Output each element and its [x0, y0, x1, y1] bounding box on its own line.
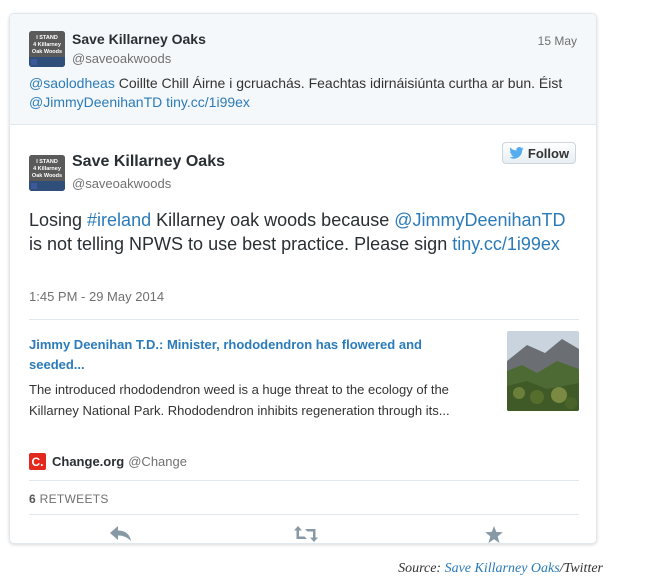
- tweet-text-part: Killarney oak woods because: [151, 210, 395, 230]
- tweet-text: Losing #ireland Killarney oak woods beca…: [29, 208, 574, 256]
- tweet-timestamp[interactable]: 1:45 PM - 29 May 2014: [29, 289, 164, 304]
- caption-suffix: /Twitter: [559, 561, 603, 576]
- retweet-stats[interactable]: 6 RETWEETS: [29, 492, 109, 506]
- divider: [29, 319, 579, 320]
- caption-prefix: Source:: [398, 561, 445, 576]
- favorite-icon: [485, 525, 503, 543]
- author-name[interactable]: Save Killarney Oaks: [72, 153, 225, 171]
- retweet-count: 6: [29, 492, 36, 506]
- embedded-tweet-card: I STAND 4 Killarney Oak Woods Save Killa…: [9, 13, 597, 544]
- divider: [29, 480, 579, 481]
- reply-tweet-text: @saolodheas Coillte Chill Áirne i gcruac…: [29, 74, 579, 112]
- mention-link[interactable]: @JimmyDeenihanTD: [29, 94, 162, 110]
- url-link[interactable]: tiny.cc/1i99ex: [166, 94, 250, 110]
- summary-card-title[interactable]: Jimmy Deenihan T.D.: Minister, rhododend…: [29, 335, 469, 375]
- avatar[interactable]: I STAND 4 Killarney Oak Woods: [29, 31, 65, 67]
- mention-link[interactable]: @JimmyDeenihanTD: [394, 210, 565, 230]
- summary-card-description: The introduced rhododendron weed is a hu…: [29, 382, 450, 418]
- author-handle[interactable]: @saveoakwoods: [72, 51, 171, 66]
- summary-card-thumbnail[interactable]: [507, 331, 579, 411]
- author-name[interactable]: Save Killarney Oaks: [72, 31, 206, 47]
- url-link[interactable]: tiny.cc/1i99ex: [452, 234, 560, 254]
- tweet-date[interactable]: 15 May: [538, 34, 577, 48]
- landscape-thumbnail-image: [507, 331, 579, 411]
- change-org-logo-icon: C.: [29, 453, 46, 470]
- retweet-button[interactable]: [292, 523, 320, 543]
- mention-link[interactable]: @saolodheas: [29, 75, 115, 91]
- source-caption: Source: Save Killarney Oaks/Twitter: [398, 561, 603, 577]
- author-handle[interactable]: @saveoakwoods: [72, 176, 171, 191]
- reply-button[interactable]: [107, 523, 135, 543]
- tweet-text-part: Losing: [29, 210, 88, 230]
- avatar-text-line: Oak Woods: [32, 49, 62, 55]
- favorite-button[interactable]: [480, 523, 508, 543]
- avatar-image: I STAND 4 Killarney Oak Woods: [29, 31, 65, 67]
- follow-label: Follow: [527, 145, 570, 161]
- follow-button[interactable]: Follow: [502, 142, 576, 164]
- avatar[interactable]: I STAND 4 Killarney Oak Woods: [29, 155, 65, 191]
- tweet-actions: [10, 515, 596, 543]
- retweet-icon: [294, 526, 318, 542]
- source-name[interactable]: Change.org: [52, 454, 124, 469]
- twitter-bird-icon: [509, 147, 524, 159]
- avatar-text-line: 4 Killarney: [33, 166, 62, 172]
- hashtag-link[interactable]: #ireland: [87, 210, 151, 230]
- avatar-text-line: 4 Killarney: [33, 42, 62, 48]
- avatar-text-line: I STAND: [36, 159, 58, 165]
- reply-icon: [110, 526, 131, 541]
- in-reply-to-tweet: I STAND 4 Killarney Oak Woods Save Killa…: [10, 14, 596, 125]
- retweet-label: RETWEETS: [39, 492, 109, 506]
- caption-source-link[interactable]: Save Killarney Oaks: [445, 561, 560, 576]
- tweet-text-part: is not telling NPWS to use best practice…: [29, 234, 453, 254]
- avatar-image: I STAND 4 Killarney Oak Woods: [29, 155, 65, 191]
- summary-card-source[interactable]: C. Change.org @Change: [29, 453, 187, 470]
- source-handle[interactable]: @Change: [128, 454, 187, 469]
- avatar-text-line: I STAND: [36, 35, 58, 41]
- reply-text-body: Coillte Chill Áirne i gcruachás. Feachta…: [114, 75, 563, 91]
- avatar-text-line: Oak Woods: [32, 173, 62, 179]
